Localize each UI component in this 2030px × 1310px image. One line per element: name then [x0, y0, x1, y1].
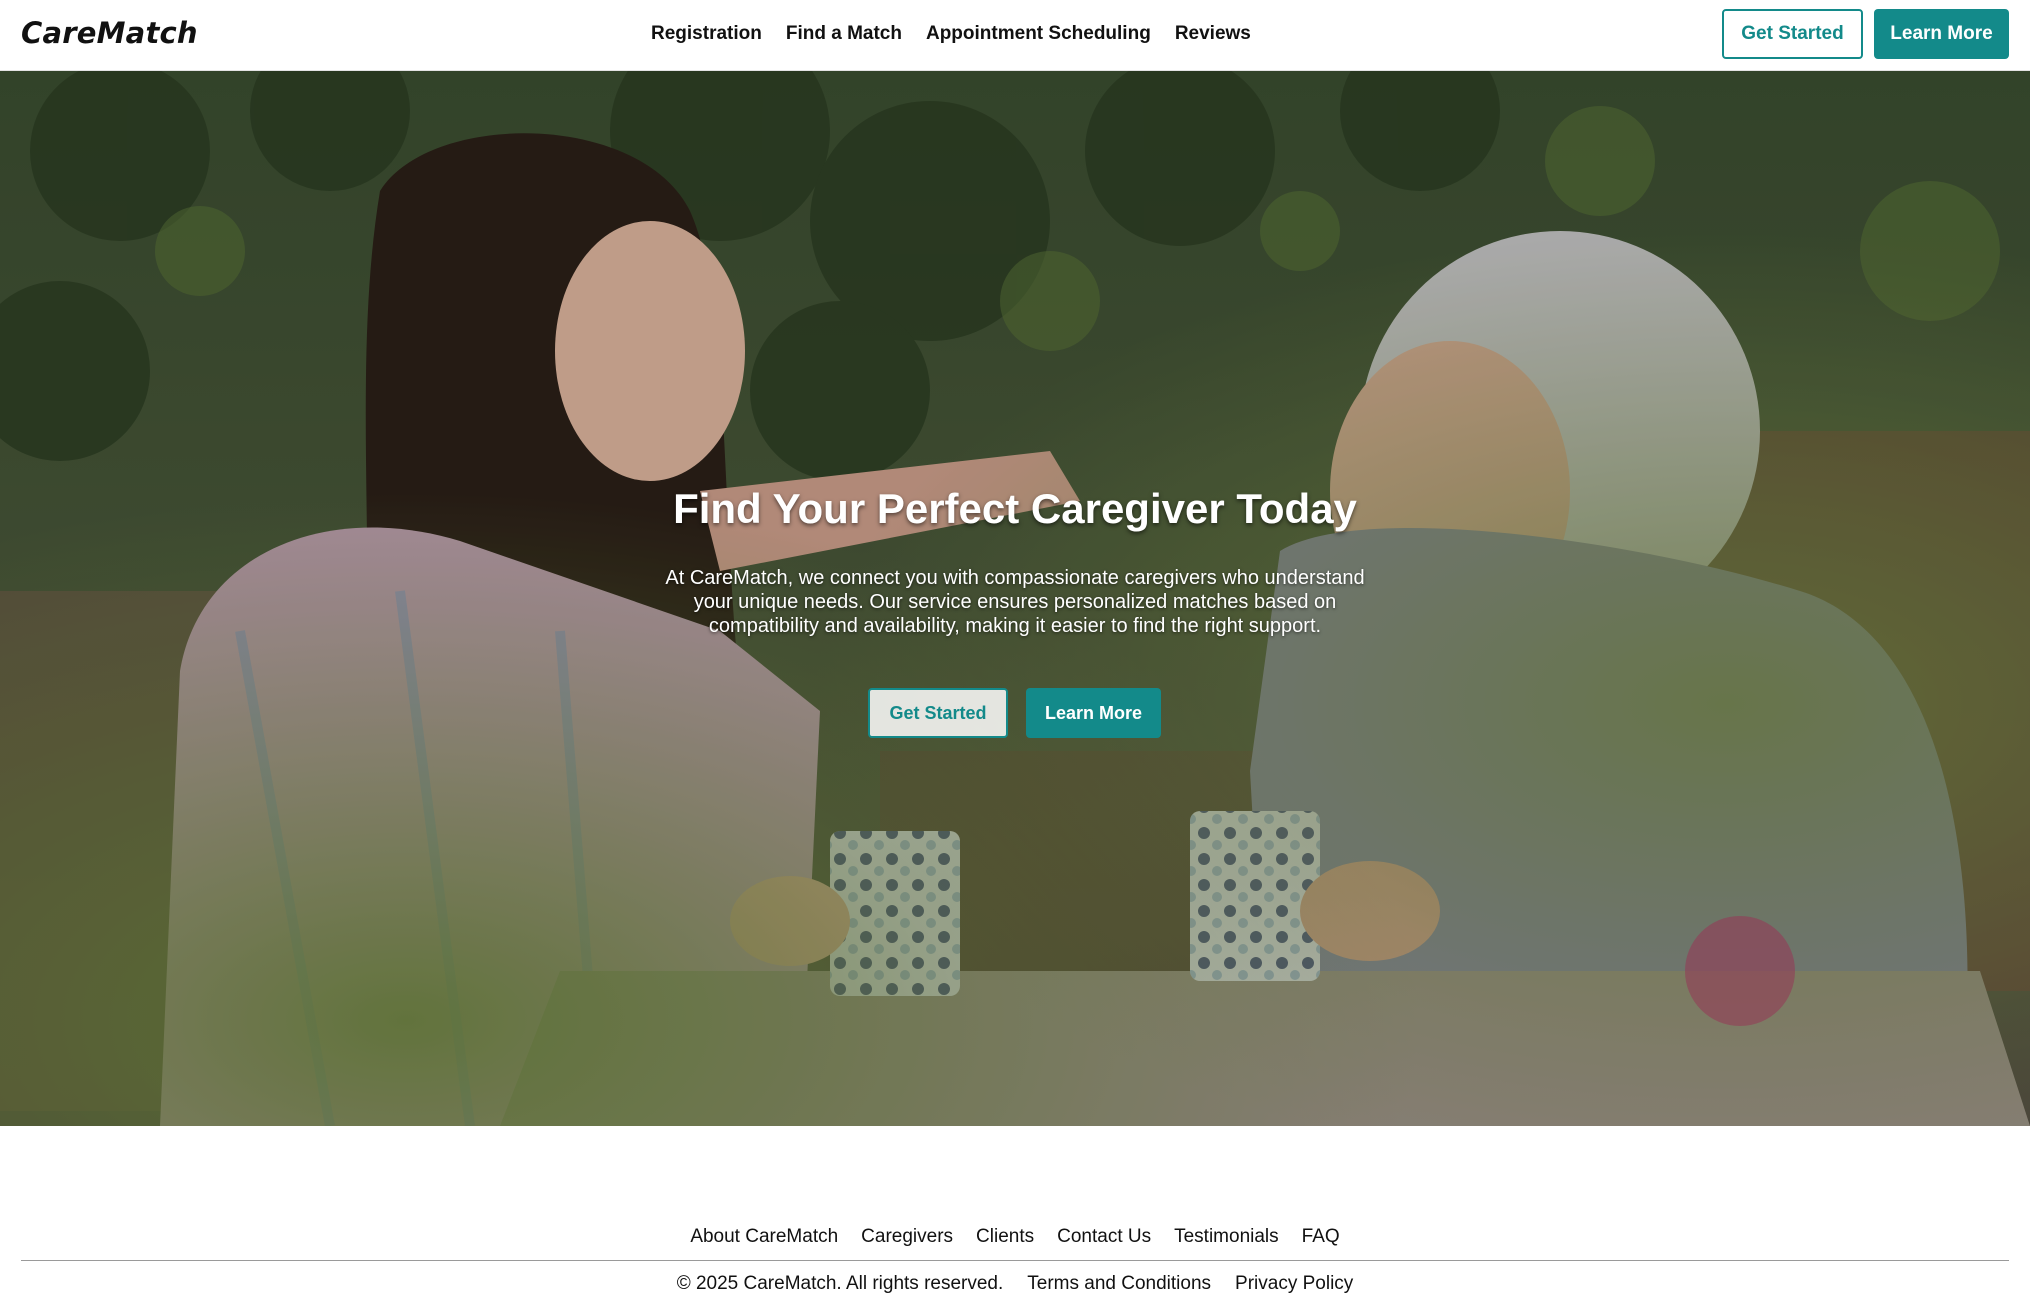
- footer-link-clients[interactable]: Clients: [976, 1226, 1034, 1248]
- hero-get-started-button[interactable]: Get Started: [868, 688, 1008, 738]
- footer-links: About CareMatch Caregivers Clients Conta…: [0, 1226, 2030, 1248]
- hero-content: Find Your Perfect Caregiver Today At Car…: [665, 485, 1365, 638]
- nav-item-appointment-scheduling[interactable]: Appointment Scheduling: [926, 23, 1151, 45]
- nav-item-registration[interactable]: Registration: [651, 23, 762, 45]
- nav-item-find-a-match[interactable]: Find a Match: [786, 23, 902, 45]
- hero-title: Find Your Perfect Caregiver Today: [673, 485, 1357, 532]
- hero-buttons: Get Started Learn More: [868, 688, 1161, 738]
- hero-learn-more-button[interactable]: Learn More: [1026, 688, 1161, 738]
- footer-link-contact[interactable]: Contact Us: [1057, 1226, 1151, 1248]
- terms-link[interactable]: Terms and Conditions: [1027, 1273, 1211, 1295]
- footer-divider: [21, 1260, 2009, 1261]
- footer-link-testimonials[interactable]: Testimonials: [1174, 1226, 1279, 1248]
- hero-description: At CareMatch, we connect you with compas…: [665, 567, 1365, 637]
- privacy-link[interactable]: Privacy Policy: [1235, 1273, 1353, 1295]
- site-header: CareMatch Registration Find a Match Appo…: [0, 0, 2030, 71]
- main-nav: Registration Find a Match Appointment Sc…: [651, 23, 1251, 45]
- footer-bottom: © 2025 CareMatch. All rights reserved. T…: [0, 1273, 2030, 1295]
- footer-link-faq[interactable]: FAQ: [1302, 1226, 1340, 1248]
- hero-section: Find Your Perfect Caregiver Today At Car…: [0, 71, 2030, 1126]
- footer-link-about[interactable]: About CareMatch: [690, 1226, 838, 1248]
- nav-item-reviews[interactable]: Reviews: [1175, 23, 1251, 45]
- copyright-text: © 2025 CareMatch. All rights reserved.: [676, 1273, 1004, 1294]
- footer-link-caregivers[interactable]: Caregivers: [861, 1226, 953, 1248]
- brand-logo[interactable]: CareMatch: [21, 16, 198, 50]
- header-get-started-button[interactable]: Get Started: [1722, 9, 1863, 59]
- header-learn-more-button[interactable]: Learn More: [1874, 9, 2009, 59]
